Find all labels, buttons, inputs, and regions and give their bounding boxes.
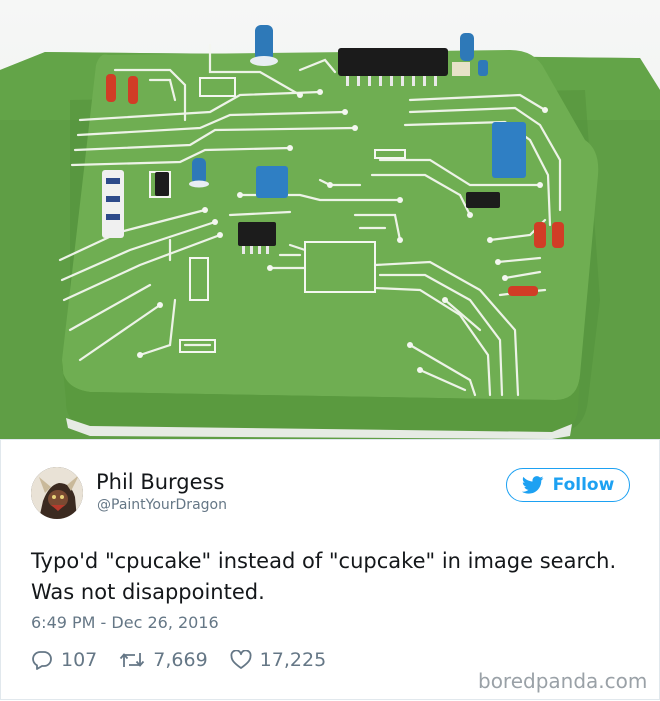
cake-top [61,50,599,400]
tweet-actions: 107 7,669 17,225 [31,649,348,671]
follow-label: Follow [552,475,615,495]
dragon-avatar-icon [31,467,83,519]
retweet-count: 7,669 [153,649,208,671]
tweet-timestamp[interactable]: 6:49 PM - Dec 26, 2016 [31,613,219,632]
author-name[interactable]: Phil Burgess [96,470,224,494]
twitter-bird-icon [521,476,544,494]
tweet-card: Phil Burgess @PaintYourDragon Follow Typ… [0,440,660,700]
reply-button[interactable]: 107 [31,649,97,671]
like-count: 17,225 [259,649,327,671]
tweet-text: Typo'd "cpucake" instead of "cupcake" in… [31,549,617,604]
reply-count: 107 [61,649,98,671]
like-button[interactable]: 17,225 [230,649,326,671]
circuit-cake-photo [0,25,660,439]
retweet-button[interactable]: 7,669 [119,649,208,671]
avatar[interactable] [31,467,83,519]
watermark: boredpanda.com [478,669,648,693]
retweet-icon [120,653,145,667]
heart-icon [230,650,252,669]
follow-button[interactable]: Follow [506,468,630,502]
tweet-image[interactable] [0,0,660,439]
author-handle[interactable]: @PaintYourDragon [97,497,227,513]
reply-icon [32,651,52,670]
